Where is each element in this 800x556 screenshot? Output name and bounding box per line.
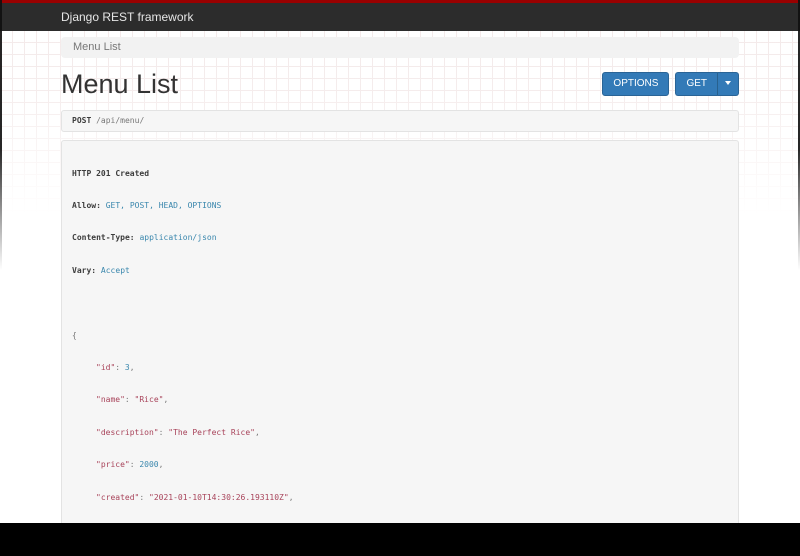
json-key: "name" (96, 395, 125, 405)
json-key: "price" (96, 460, 130, 470)
json-value: "Rice" (134, 395, 164, 405)
response-header-value: GET, POST, HEAD, OPTIONS (105, 200, 222, 210)
json-field-row: "id": 3, (96, 362, 135, 372)
json-field-row: "price": 2000, (96, 460, 164, 470)
response-panel: HTTP 201 Created Allow: GET, POST, HEAD,… (61, 140, 739, 523)
request-method: POST (72, 116, 92, 125)
response-status: HTTP 201 Created (72, 168, 150, 178)
get-split-button: GET (675, 72, 739, 96)
response-header-name: Allow: (72, 200, 101, 210)
json-key: "description" (96, 427, 159, 437)
title-row: Menu List OPTIONS GET (61, 70, 739, 98)
request-line: POST /api/menu/ (61, 110, 739, 132)
navbar-brand[interactable]: Django REST framework (61, 3, 194, 31)
json-value: "2021-01-10T14:30:26.193110Z" (149, 492, 289, 502)
left-edge-shadow (0, 0, 2, 270)
get-dropdown-toggle[interactable] (717, 72, 739, 96)
response-header-value: Accept (100, 265, 130, 275)
json-value: 2000 (139, 460, 159, 470)
response-header-value: application/json (139, 233, 217, 243)
navbar: Django REST framework (0, 3, 800, 31)
response-header-name: Content-Type: (72, 233, 135, 243)
json-key: "created" (96, 492, 140, 502)
breadcrumb-current: Menu List (73, 41, 121, 53)
bottom-black-bar (0, 523, 800, 556)
response-header-name: Vary: (72, 265, 97, 275)
breadcrumb: Menu List (61, 37, 739, 58)
json-field-row: "name": "Rice", (96, 395, 169, 405)
browser-page: Django REST framework Menu List Menu Lis… (0, 0, 800, 523)
options-button[interactable]: OPTIONS (602, 72, 670, 96)
page-title: Menu List (61, 69, 179, 99)
json-key: "id" (96, 362, 116, 372)
json-value: "The Perfect Rice" (168, 427, 255, 437)
request-buttons: OPTIONS GET (602, 72, 739, 96)
caret-down-icon (725, 81, 731, 86)
request-path: /api/menu/ (96, 116, 145, 125)
json-open-brace: { (72, 330, 77, 340)
get-button[interactable]: GET (675, 72, 717, 96)
json-field-row: "description": "The Perfect Rice", (96, 427, 260, 437)
json-field-row: "created": "2021-01-10T14:30:26.193110Z"… (96, 492, 294, 502)
